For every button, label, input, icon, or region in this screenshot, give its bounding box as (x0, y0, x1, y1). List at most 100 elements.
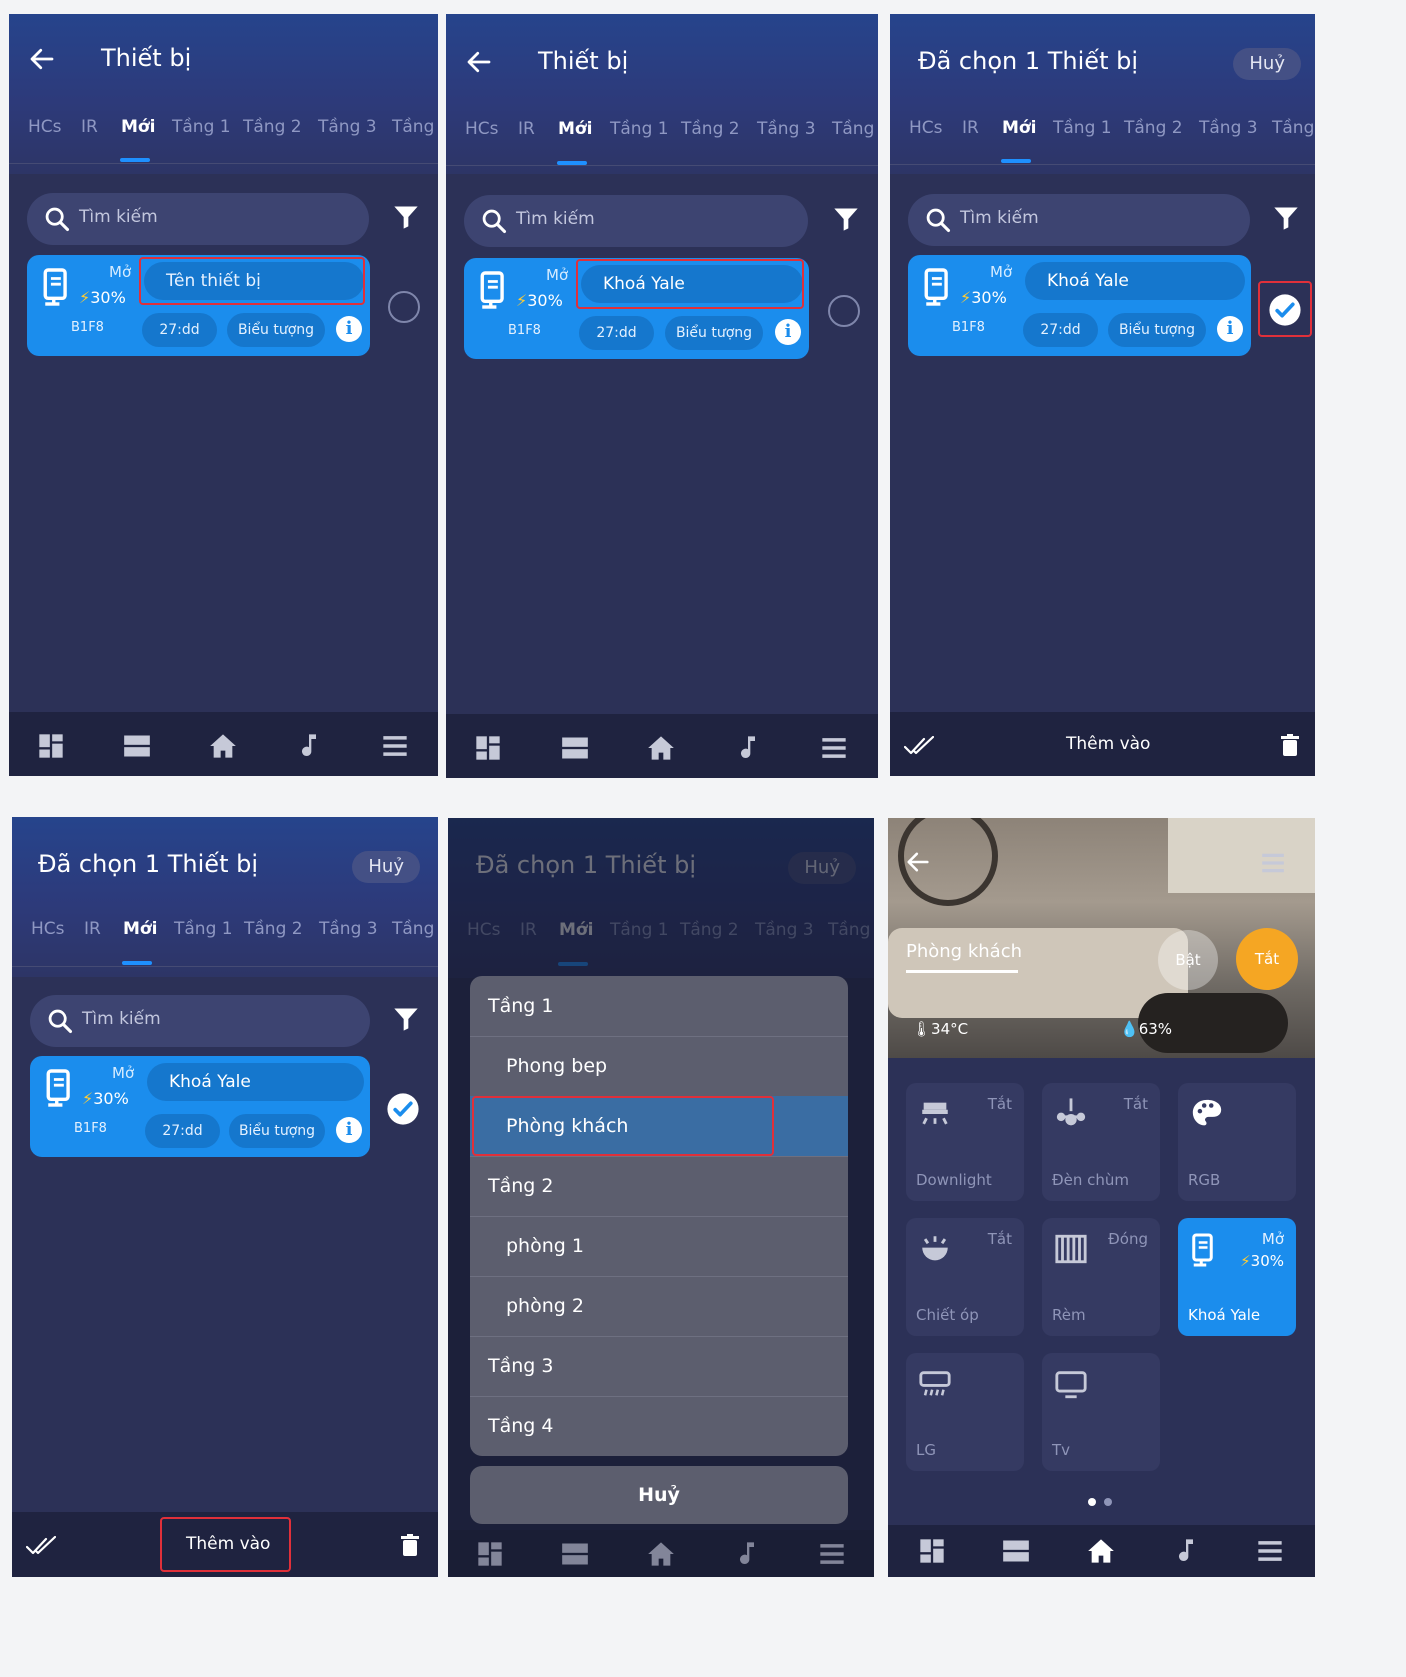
menu-icon[interactable] (1260, 850, 1286, 876)
icon-chip[interactable]: Biểu tượng (1108, 313, 1206, 347)
cancel-button[interactable]: Huỷ (352, 851, 420, 883)
tab-ir[interactable]: IR (84, 919, 101, 939)
tab-floor-1[interactable]: Tầng 1 (174, 919, 233, 939)
off-button[interactable]: Tắt (1236, 928, 1298, 990)
menu-icon[interactable] (818, 1540, 846, 1568)
music-icon[interactable] (1172, 1537, 1200, 1565)
menu-item-floor-2[interactable]: Tầng 2 (470, 1156, 848, 1217)
room-chip[interactable]: 27:dd (579, 316, 654, 350)
device-tile-yale-lock[interactable]: Mở ⚡30% Khoá Yale (1178, 1218, 1296, 1336)
music-icon[interactable] (733, 1540, 761, 1568)
tab-ir[interactable]: IR (518, 119, 535, 139)
menu-item-room-2[interactable]: phòng 2 (470, 1276, 848, 1337)
info-icon[interactable]: i (775, 319, 801, 345)
room-chip[interactable]: 27:dd (1023, 313, 1098, 347)
device-tile-ac[interactable]: LG (906, 1353, 1024, 1471)
dashboard-icon[interactable] (476, 1540, 504, 1568)
tab-new[interactable]: Mới (1002, 118, 1036, 138)
tab-floor-2[interactable]: Tầng 2 (244, 919, 303, 939)
device-tile-curtain[interactable]: Đóng Rèm (1042, 1218, 1160, 1336)
tab-hcs[interactable]: HCs (31, 919, 65, 939)
info-icon[interactable]: i (336, 1117, 362, 1143)
back-arrow-icon[interactable] (904, 848, 932, 876)
device-tile-downlight[interactable]: Tắt Downlight (906, 1083, 1024, 1201)
rooms-icon[interactable] (561, 734, 589, 762)
menu-cancel-button[interactable]: Huỷ (470, 1466, 848, 1524)
home-icon[interactable] (647, 1540, 675, 1568)
select-all-icon[interactable] (26, 1536, 56, 1556)
search-input[interactable]: Tìm kiếm (908, 194, 1250, 246)
tab-ir[interactable]: IR (81, 117, 98, 137)
select-radio[interactable] (388, 291, 420, 323)
home-icon[interactable] (1087, 1537, 1115, 1565)
menu-item-floor-3[interactable]: Tầng 3 (470, 1336, 848, 1397)
tab-floor-4[interactable]: Tầng 4 (392, 919, 438, 939)
trash-icon[interactable] (1278, 732, 1302, 758)
add-button[interactable]: Thêm vào (1066, 734, 1150, 754)
tab-floor-2[interactable]: Tầng 2 (243, 117, 302, 137)
back-arrow-icon[interactable] (27, 44, 57, 74)
home-icon[interactable] (209, 732, 237, 760)
rooms-icon[interactable] (1002, 1537, 1030, 1565)
menu-icon[interactable] (381, 732, 409, 760)
menu-icon[interactable] (820, 734, 848, 762)
tab-floor-2[interactable]: Tầng 2 (681, 119, 740, 139)
device-name-input[interactable]: Khoá Yale (1025, 262, 1245, 300)
tab-hcs[interactable]: HCs (465, 119, 499, 139)
selected-check-icon[interactable] (386, 1092, 420, 1126)
tab-floor-2[interactable]: Tầng 2 (1124, 118, 1183, 138)
room-chip[interactable]: 27:dd (142, 313, 217, 347)
tab-new[interactable]: Mới (123, 919, 157, 939)
tab-new[interactable]: Mới (558, 119, 592, 139)
tab-floor-3[interactable]: Tầng 3 (319, 919, 378, 939)
tab-floor-1[interactable]: Tầng 1 (172, 117, 231, 137)
home-icon[interactable] (647, 734, 675, 762)
menu-item-floor-1[interactable]: Tầng 1 (470, 976, 848, 1037)
device-name-input[interactable]: Khoá Yale (147, 1063, 364, 1101)
device-card[interactable]: Mở ⚡30% B1F8 Khoá Yale 27:dd Biểu tượng … (30, 1056, 370, 1157)
icon-chip[interactable]: Biểu tượng (229, 1114, 325, 1148)
rooms-icon[interactable] (123, 732, 151, 760)
filter-icon[interactable] (832, 205, 860, 233)
tab-floor-4[interactable]: Tầng 4 (1272, 118, 1315, 138)
on-button[interactable]: Bật (1158, 930, 1218, 990)
menu-icon[interactable] (1256, 1537, 1284, 1565)
info-icon[interactable]: i (1217, 316, 1243, 342)
tab-ir[interactable]: IR (962, 118, 979, 138)
tab-hcs[interactable]: HCs (28, 117, 62, 137)
search-input[interactable]: Tìm kiếm (464, 195, 808, 247)
dashboard-icon[interactable] (37, 732, 65, 760)
tab-new[interactable]: Mới (121, 117, 155, 137)
trash-icon[interactable] (398, 1532, 422, 1558)
tab-floor-3[interactable]: Tầng 3 (757, 119, 816, 139)
filter-icon[interactable] (392, 1005, 420, 1033)
select-all-icon[interactable] (904, 736, 934, 756)
rooms-icon[interactable] (561, 1540, 589, 1568)
music-icon[interactable] (734, 734, 762, 762)
filter-icon[interactable] (1272, 204, 1300, 232)
select-radio[interactable] (828, 295, 860, 327)
filter-icon[interactable] (392, 203, 420, 231)
device-tile-tv[interactable]: Tv (1042, 1353, 1160, 1471)
tab-floor-3[interactable]: Tầng 3 (1199, 118, 1258, 138)
icon-chip[interactable]: Biểu tượng (227, 313, 325, 347)
tab-floor-1[interactable]: Tầng 1 (1053, 118, 1112, 138)
tab-floor-1[interactable]: Tầng 1 (610, 119, 669, 139)
icon-chip[interactable]: Biểu tượng (665, 316, 763, 350)
dashboard-icon[interactable] (918, 1537, 946, 1565)
device-card[interactable]: Mở ⚡30% B1F8 Khoá Yale 27:dd Biểu tượng … (908, 255, 1251, 356)
tab-floor-4[interactable]: Tầng 4 (392, 117, 438, 137)
dashboard-icon[interactable] (474, 734, 502, 762)
device-tile-lamp[interactable]: Tắt Chiết óp (906, 1218, 1024, 1336)
music-icon[interactable] (295, 732, 323, 760)
cancel-button[interactable]: Huỷ (1233, 48, 1301, 80)
menu-item-kitchen[interactable]: Phong bep (470, 1036, 848, 1097)
search-input[interactable]: Tìm kiếm (30, 995, 370, 1047)
back-arrow-icon[interactable] (464, 47, 494, 77)
device-tile-rgb[interactable]: RGB (1178, 1083, 1296, 1201)
search-input[interactable]: Tìm kiếm (27, 193, 369, 245)
menu-item-room-1[interactable]: phòng 1 (470, 1216, 848, 1277)
info-icon[interactable]: i (336, 316, 362, 342)
room-chip[interactable]: 27:dd (145, 1114, 220, 1148)
tab-hcs[interactable]: HCs (909, 118, 943, 138)
